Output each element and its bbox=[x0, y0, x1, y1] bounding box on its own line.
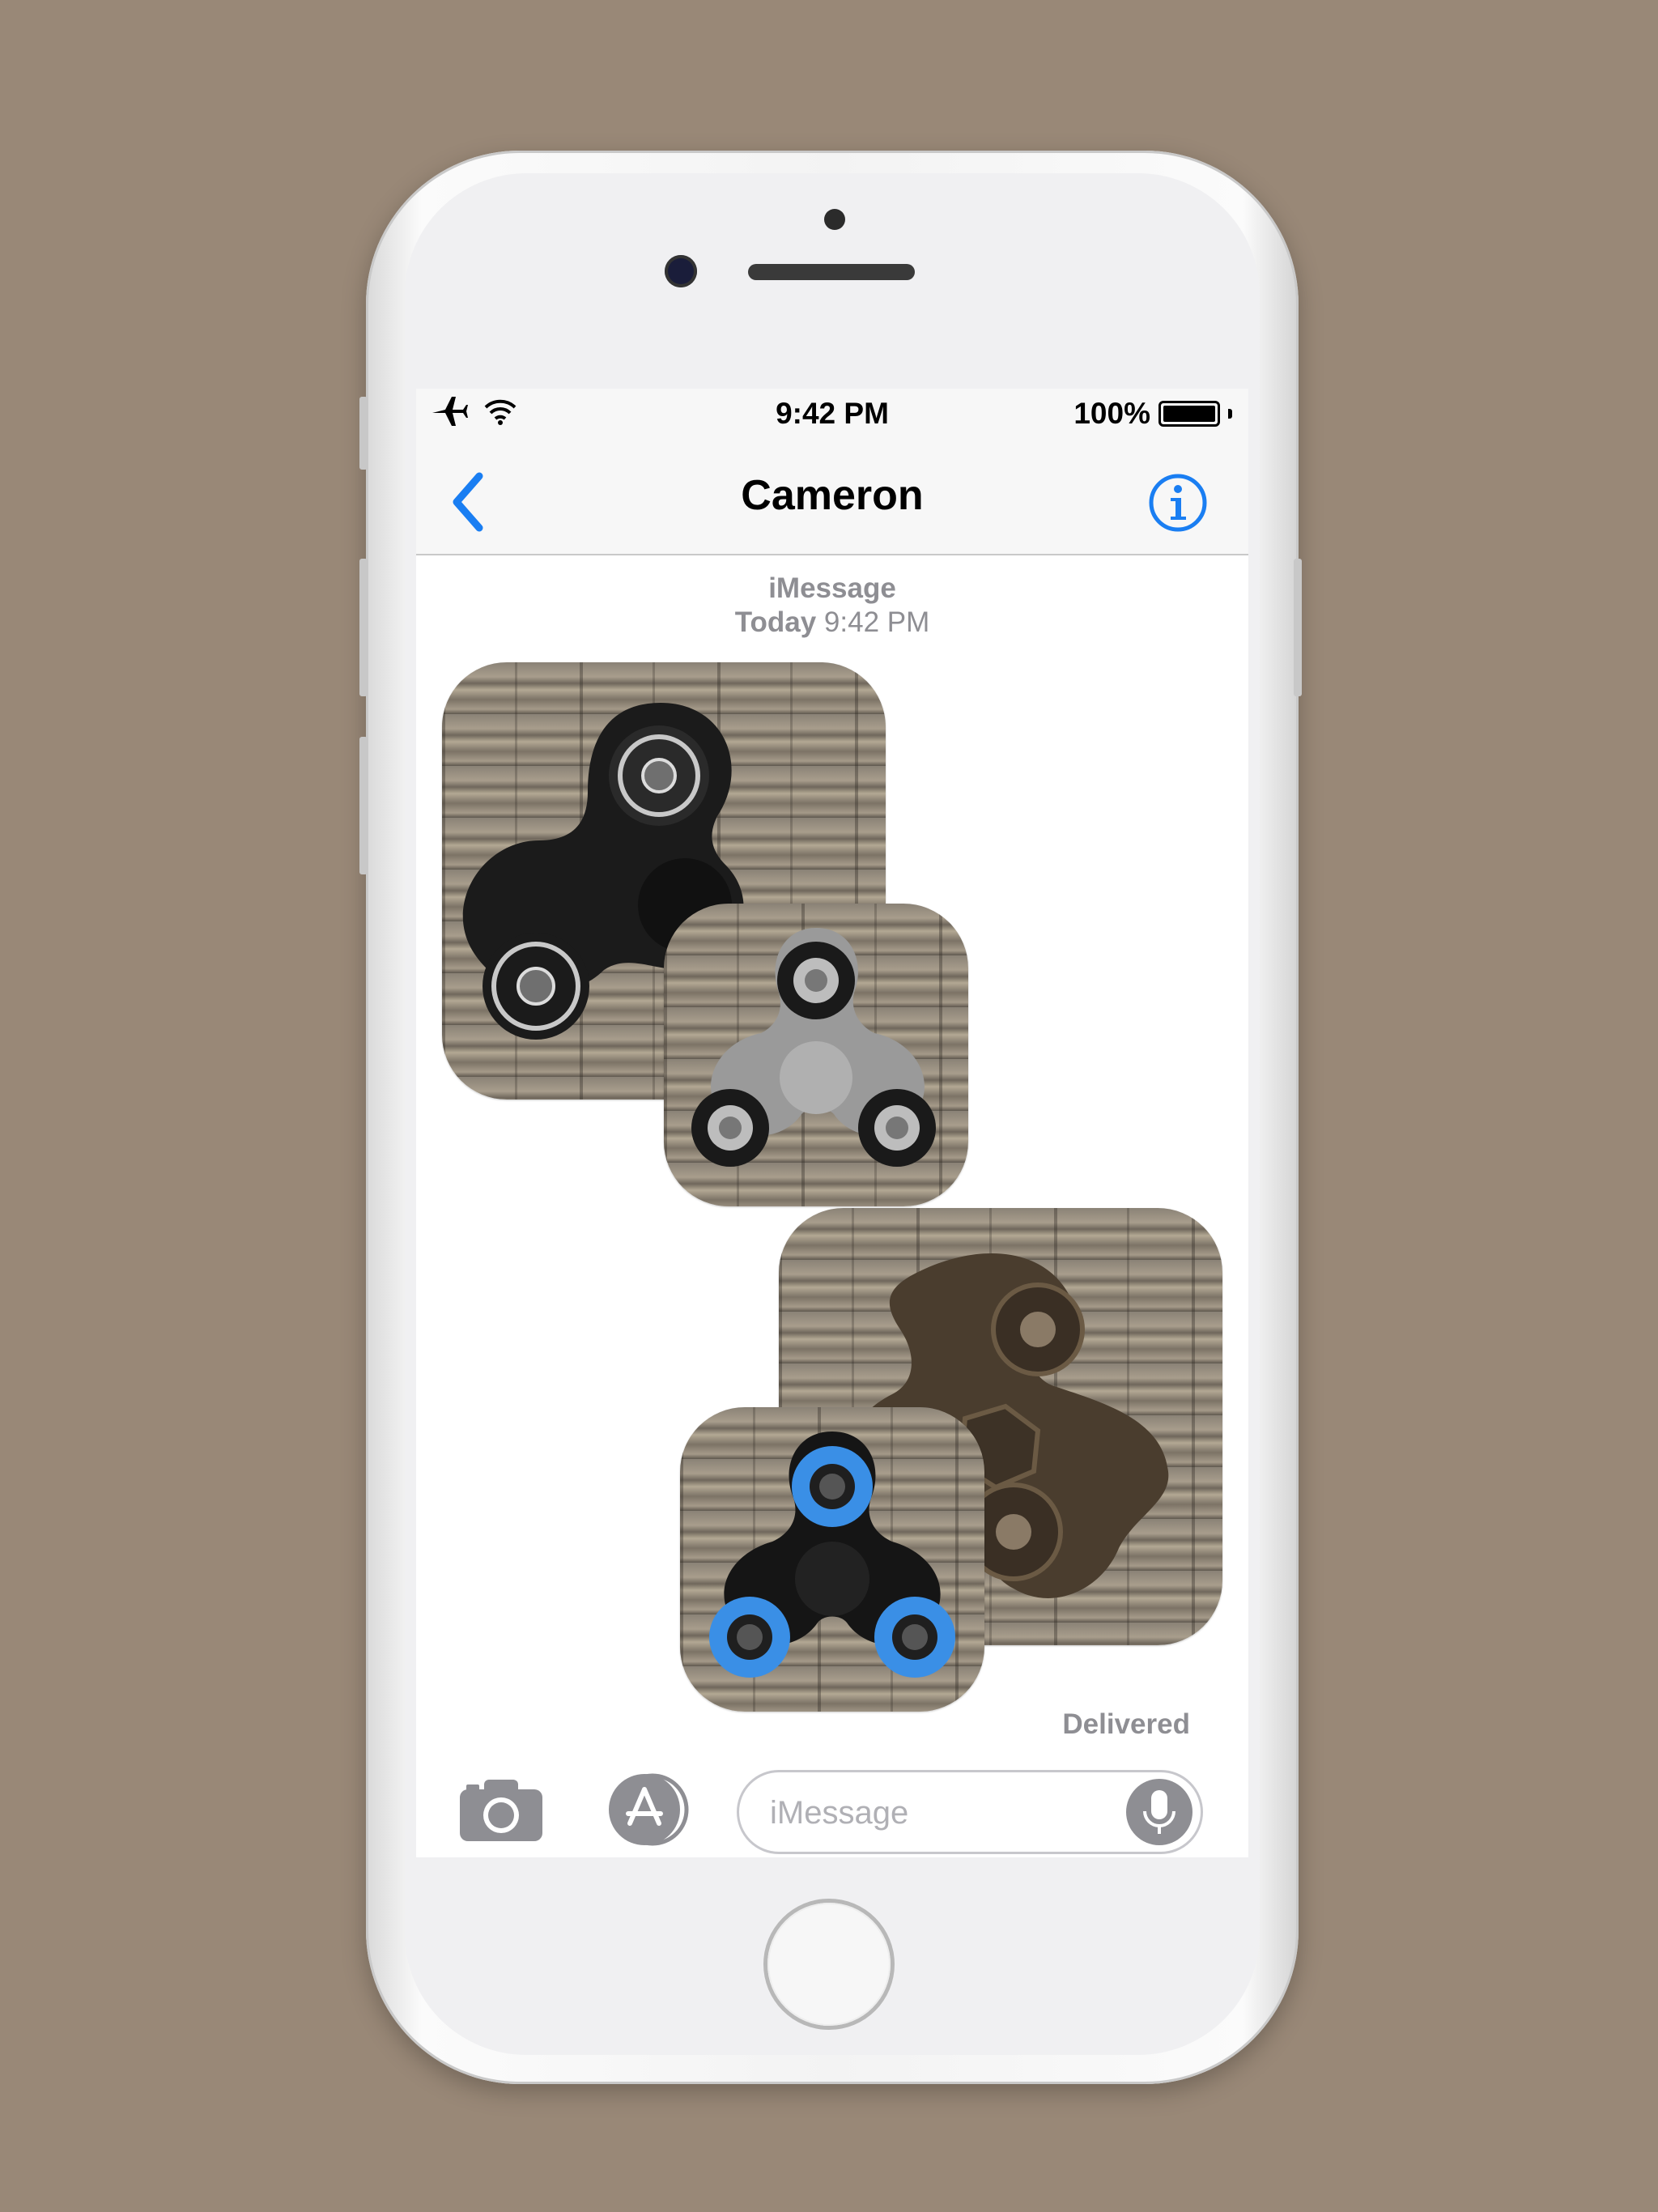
conversation-title[interactable]: Cameron bbox=[416, 471, 1248, 520]
gray-fidget-spinner-sticker[interactable] bbox=[664, 904, 968, 1206]
proximity-sensor bbox=[824, 209, 845, 230]
message-input[interactable]: iMessage bbox=[737, 1770, 1203, 1854]
messages-screen: 9:42 PM 100% Cameron iMessage Today 9:42… bbox=[416, 389, 1248, 1857]
camera-icon bbox=[460, 1780, 542, 1841]
status-bar: 9:42 PM 100% bbox=[416, 389, 1248, 437]
power-button bbox=[1294, 559, 1302, 696]
message-input-placeholder: iMessage bbox=[770, 1795, 909, 1831]
home-button[interactable] bbox=[767, 1903, 891, 2026]
day-label: Today bbox=[734, 606, 817, 638]
blue-fidget-spinner-sticker[interactable] bbox=[680, 1407, 984, 1712]
delivered-status: Delivered bbox=[1062, 1708, 1190, 1740]
compose-toolbar: iMessage bbox=[416, 1749, 1248, 1857]
battery-icon bbox=[1158, 401, 1220, 427]
fidget-spinner-icon bbox=[709, 1431, 955, 1678]
fidget-spinner-icon bbox=[691, 928, 936, 1167]
info-button[interactable] bbox=[1148, 473, 1208, 533]
mute-switch bbox=[359, 397, 368, 470]
dictation-button[interactable] bbox=[1126, 1779, 1192, 1845]
volume-down-button bbox=[359, 737, 368, 874]
app-store-icon bbox=[609, 1773, 689, 1846]
service-label: iMessage bbox=[768, 572, 896, 604]
time-label: 9:42 PM bbox=[823, 606, 930, 638]
info-icon bbox=[1149, 474, 1207, 532]
navigation-bar: Cameron bbox=[416, 437, 1248, 555]
battery-tip bbox=[1228, 409, 1232, 419]
volume-up-button bbox=[359, 559, 368, 696]
thread-meta: iMessage Today 9:42 PM bbox=[416, 572, 1248, 640]
camera-button[interactable] bbox=[458, 1778, 544, 1843]
app-store-button[interactable] bbox=[599, 1773, 696, 1846]
front-camera bbox=[665, 255, 697, 287]
battery-percent: 100% bbox=[1073, 397, 1150, 430]
earpiece-speaker bbox=[748, 264, 915, 280]
microphone-icon bbox=[1143, 1790, 1175, 1834]
